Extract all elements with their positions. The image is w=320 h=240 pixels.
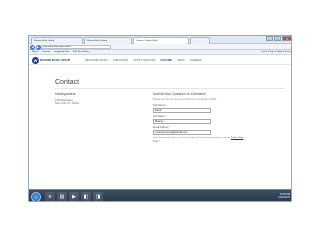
tab-bar: Warner Music Group Warner Music Group Co… (29, 36, 291, 44)
title-divider (55, 88, 285, 89)
taskbar: e ▤ ▶ ◧ ◨ 12:55 PM 11/24/2017 (29, 189, 291, 201)
tab-2[interactable]: Warner Music Group (84, 37, 132, 44)
forward-icon[interactable]: ▶ (35, 44, 41, 50)
maximize-button[interactable]: □ (274, 36, 281, 41)
bookmark-item[interactable]: Suggested Sites (54, 51, 69, 53)
last-name-label: Last Name * (153, 115, 167, 118)
app-icon[interactable]: ◨ (93, 192, 103, 201)
bookmark-item[interactable]: Favorites (42, 51, 51, 53)
close-button[interactable]: ✕ (282, 36, 291, 41)
wmg-logo-icon[interactable]: W (32, 57, 39, 64)
tab-3-active[interactable]: Contact - Warner Mus... (133, 37, 189, 44)
address-line-2: New York, NY 10019 (55, 102, 79, 106)
page-content: Contact Headquarters 1633 Broadway New Y… (29, 65, 291, 189)
privacy-note-text: Your information will only be used for t… (153, 137, 231, 139)
form-subtitle: Please use the form below to submit any … (153, 98, 218, 101)
tab-1[interactable]: Warner Music Group (31, 37, 83, 44)
tab-label: ... (193, 40, 195, 42)
nav-culture[interactable]: CULTURE (160, 59, 172, 62)
nav-publishing[interactable]: PUBLISHING (113, 59, 128, 62)
contact-form: Submit Your Question or Comment Please u… (153, 92, 253, 143)
minimize-button[interactable]: – (266, 36, 273, 41)
first-name-field[interactable]: Devon (153, 108, 211, 113)
tab-label: Contact - Warner Mus... (136, 40, 160, 42)
screenshot-frame: Warner Music Group Warner Music Group Co… (0, 0, 320, 240)
brand-name[interactable]: WARNER MUSIC GROUP (40, 59, 70, 62)
folder-icon[interactable]: ▤ (57, 192, 67, 201)
browser-window: Warner Music Group Warner Music Group Co… (28, 35, 292, 202)
headquarters-section: Headquarters 1633 Broadway New York, NY … (55, 92, 130, 106)
media-icon[interactable]: ▶ (69, 192, 79, 201)
nav-recorded-music[interactable]: RECORDED MUSIC (85, 59, 108, 62)
site-nav: RECORDED MUSIC PUBLISHING ARTIST SERVICE… (85, 59, 202, 62)
system-clock[interactable]: 12:55 PM 11/24/2017 (278, 193, 290, 199)
email-field[interactable]: mooneymooney@hotmail.com (153, 130, 211, 135)
site-header: W WARNER MUSIC GROUP RECORDED MUSIC PUBL… (29, 55, 291, 65)
back-icon[interactable]: ◀ (30, 44, 35, 50)
bookmark-item[interactable]: Sign In (32, 51, 38, 53)
ie-icon[interactable]: e (45, 192, 55, 201)
nav-artist-services[interactable]: ARTIST SERVICES (133, 59, 155, 62)
nav-careers[interactable]: CAREERS (190, 59, 202, 62)
bookmark-item[interactable]: Web Slice Gallery (73, 51, 89, 53)
clock-date: 11/24/2017 (278, 196, 290, 199)
email-label: Email Address * (153, 126, 170, 129)
tab-4[interactable]: ... (190, 37, 210, 44)
app-icon[interactable]: ◧ (81, 192, 91, 201)
window-controls: – □ ✕ (266, 36, 291, 42)
form-heading: Submit Your Question or Comment (153, 92, 206, 96)
url-input[interactable]: http://www.wmg.com/contact (41, 45, 111, 49)
type-label: Type * (153, 140, 160, 144)
start-button[interactable] (31, 192, 41, 201)
last-name-field[interactable]: Mooney (153, 119, 211, 124)
hq-heading: Headquarters (55, 92, 76, 96)
tab-label: Warner Music Group (34, 40, 55, 42)
nav-news[interactable]: NEWS (177, 59, 185, 62)
privacy-policy-link[interactable]: Privacy Policy (231, 137, 243, 139)
page-title: Contact (55, 79, 80, 86)
tab-label: Warner Music Group (87, 40, 108, 42)
first-name-label: First Name * (153, 104, 167, 107)
privacy-note: Your information will only be used for t… (153, 137, 253, 139)
